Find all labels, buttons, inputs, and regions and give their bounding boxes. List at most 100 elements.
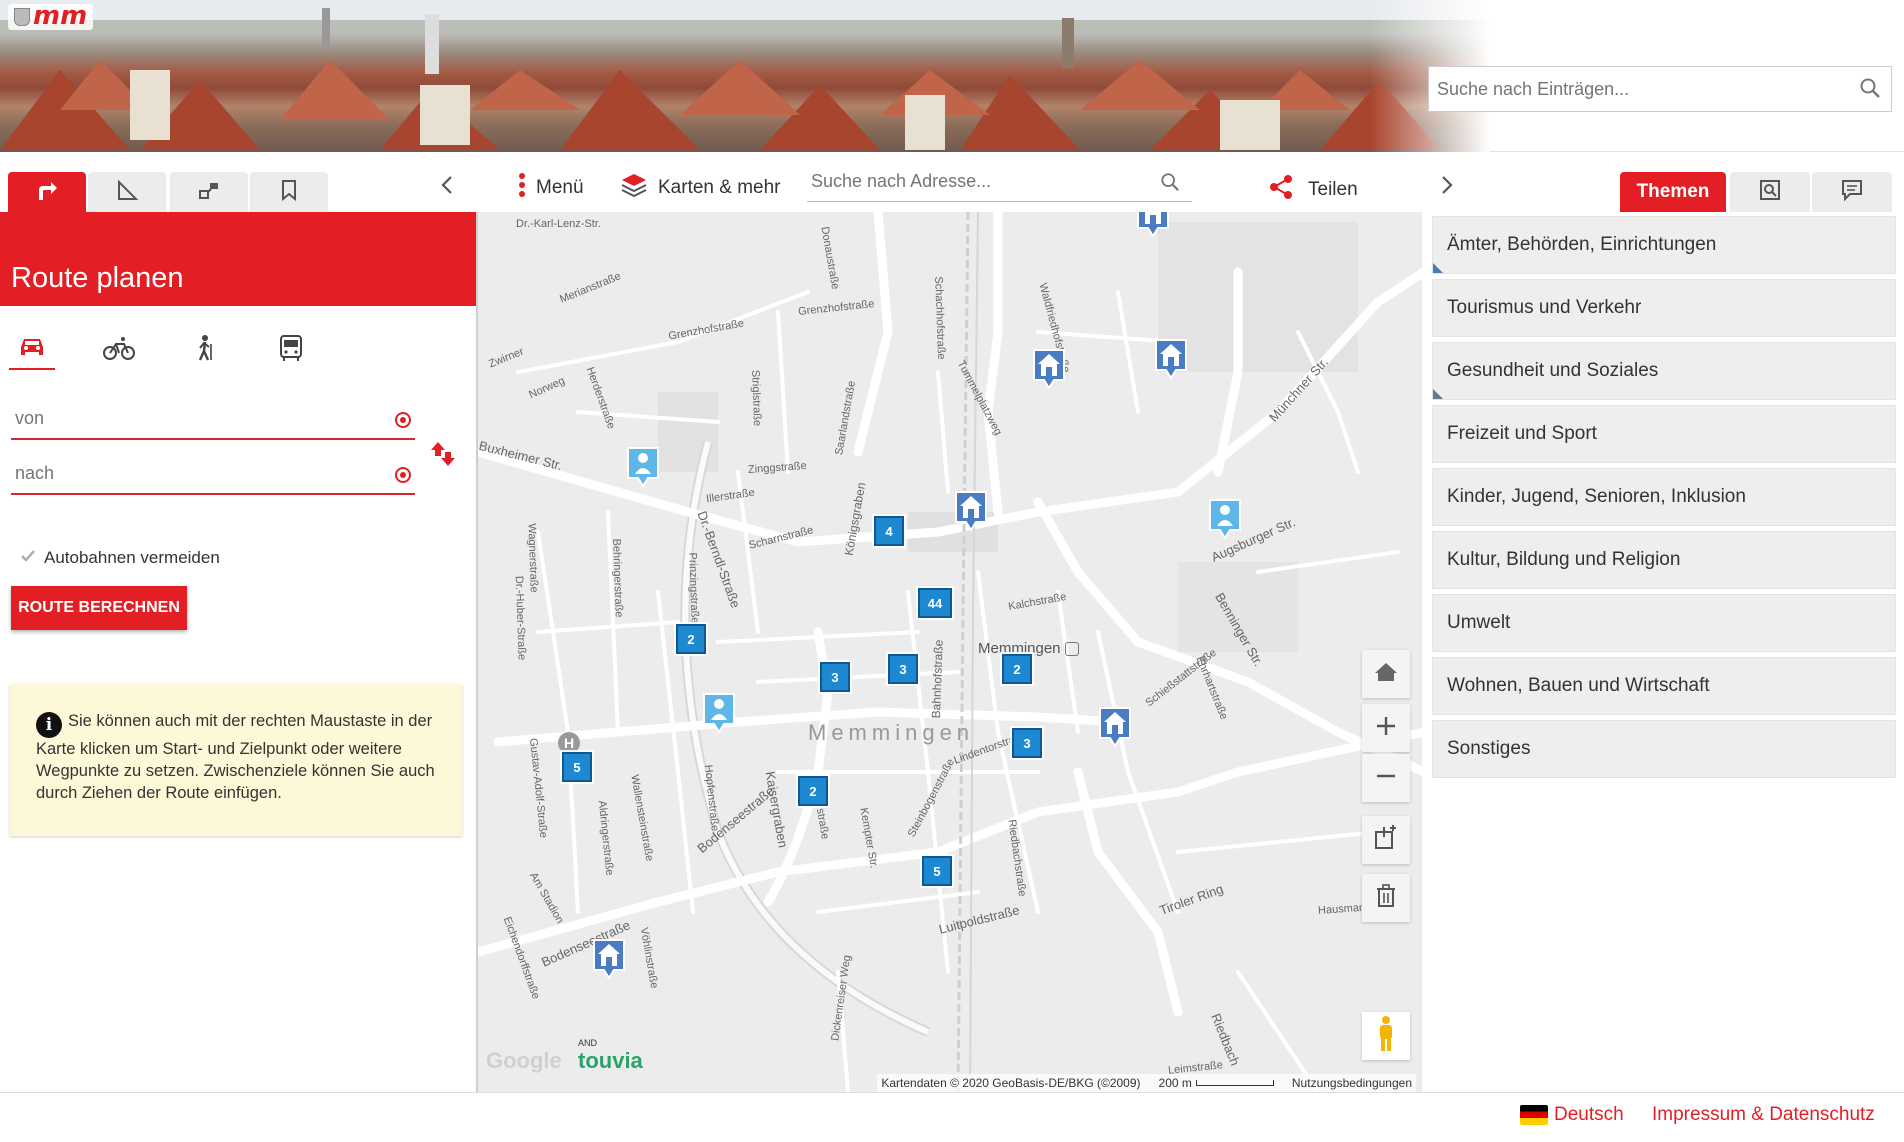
- from-field: [11, 400, 415, 440]
- route-info-box: i Sie können auch mit der rechten Maustas…: [10, 684, 462, 836]
- expand-flag-icon: [1433, 263, 1443, 273]
- language-selector[interactable]: Deutsch: [1520, 1104, 1624, 1126]
- building-marker-icon[interactable]: [592, 938, 626, 980]
- locate-target-icon[interactable]: [395, 467, 411, 483]
- to-input[interactable]: [11, 455, 371, 491]
- tab-bookmarks[interactable]: [250, 172, 328, 212]
- marker-cluster[interactable]: 2: [1002, 654, 1032, 684]
- tab-search-results[interactable]: [1730, 172, 1810, 212]
- touvia-prefix: AND: [578, 1038, 598, 1048]
- train-station-icon: [1064, 641, 1079, 656]
- marker-cluster[interactable]: 5: [922, 856, 952, 886]
- theme-item[interactable]: Gesundheit und Soziales: [1432, 342, 1896, 400]
- terms-link[interactable]: Nutzungsbedingungen: [1292, 1076, 1412, 1090]
- expand-flag-icon: [1433, 389, 1443, 399]
- search-icon[interactable]: [1859, 77, 1881, 104]
- locate-target-icon[interactable]: [395, 412, 411, 428]
- bike-icon: [103, 335, 135, 366]
- zoom-in-button[interactable]: [1362, 704, 1410, 752]
- marker-cluster[interactable]: 3: [1012, 728, 1042, 758]
- search-icon[interactable]: [1160, 172, 1180, 197]
- building-marker-icon[interactable]: [1098, 706, 1132, 748]
- swap-direction-button[interactable]: [430, 440, 456, 473]
- street-label: Dr.-Karl-Lenz-Str.: [516, 218, 601, 230]
- scale-line: [1195, 1080, 1274, 1086]
- street-label: Bahnhofstraße: [928, 639, 946, 719]
- theme-item[interactable]: Sonstiges: [1432, 720, 1896, 778]
- touvia-logo[interactable]: touvia: [578, 1048, 643, 1074]
- home-icon: [1374, 661, 1398, 688]
- theme-item[interactable]: Tourismus und Verkehr: [1432, 279, 1896, 337]
- street-label: Wagnerstraße: [525, 523, 540, 593]
- city-label: Memmingen: [808, 720, 975, 745]
- tab-themen[interactable]: Themen: [1620, 172, 1726, 212]
- search-document-icon: [1758, 178, 1782, 207]
- info-icon: i: [36, 712, 62, 738]
- menu-button[interactable]: Menü: [518, 168, 584, 208]
- marker-cluster[interactable]: 3: [820, 662, 850, 692]
- theme-item[interactable]: Ämter, Behörden, Einrichtungen: [1432, 216, 1896, 274]
- zoom-out-button[interactable]: [1362, 754, 1410, 802]
- hospital-icon[interactable]: H: [558, 732, 580, 754]
- zoom-box-button[interactable]: [1362, 816, 1410, 864]
- from-input[interactable]: [11, 400, 371, 436]
- calculate-route-button[interactable]: ROUTE BERECHNEN: [11, 586, 187, 630]
- theme-item[interactable]: Freizeit und Sport: [1432, 405, 1896, 463]
- theme-item[interactable]: Kultur, Bildung und Religion: [1432, 531, 1896, 589]
- share-button[interactable]: Teilen: [1268, 170, 1358, 210]
- clear-map-button[interactable]: [1362, 874, 1410, 922]
- mode-bike-button[interactable]: [96, 330, 142, 370]
- marker-cluster[interactable]: 2: [676, 624, 706, 654]
- theme-item[interactable]: Wohnen, Bauen und Wirtschaft: [1432, 657, 1896, 715]
- address-search-input[interactable]: [807, 162, 1147, 200]
- route-panel-title: Route planen: [11, 262, 184, 294]
- toolbar-next-button[interactable]: [1440, 168, 1454, 208]
- zoom-box-icon: [1373, 824, 1399, 856]
- entry-search-input[interactable]: [1429, 67, 1829, 111]
- building-marker-icon[interactable]: [954, 490, 988, 532]
- google-logo: Google: [486, 1048, 562, 1073]
- person-marker-icon[interactable]: [702, 692, 736, 734]
- german-flag-icon: [1520, 1105, 1548, 1125]
- person-marker-icon[interactable]: [1208, 498, 1242, 540]
- plus-icon: [1375, 715, 1397, 742]
- layers-icon: [197, 179, 221, 206]
- building-marker-icon[interactable]: [1136, 212, 1170, 238]
- trash-icon: [1375, 883, 1397, 913]
- route-icon: [35, 178, 59, 207]
- impressum-link[interactable]: Impressum & Datenschutz: [1652, 1104, 1875, 1126]
- marker-cluster[interactable]: 3: [888, 654, 918, 684]
- maps-and-more-button[interactable]: Karten & mehr: [620, 168, 781, 208]
- marker-cluster[interactable]: 2: [798, 776, 828, 806]
- checkmark-icon: [20, 548, 36, 568]
- tab-measure[interactable]: [88, 172, 166, 212]
- street-view-button[interactable]: [1362, 1012, 1410, 1060]
- theme-item[interactable]: Umwelt: [1432, 594, 1896, 652]
- tab-layers[interactable]: [170, 172, 248, 212]
- street-label: Prinzingstraße: [686, 552, 701, 624]
- marker-cluster[interactable]: 5: [562, 752, 592, 782]
- home-button[interactable]: [1362, 650, 1410, 698]
- toolbar-prev-button[interactable]: [440, 168, 454, 208]
- person-marker-icon[interactable]: [626, 446, 660, 488]
- scale-bar: 200 m: [1159, 1076, 1274, 1090]
- building-marker-icon[interactable]: [1032, 348, 1066, 390]
- chevron-right-icon: [1440, 174, 1454, 202]
- avoid-highways-checkbox[interactable]: Autobahnen vermeiden: [20, 548, 220, 568]
- theme-item[interactable]: Kinder, Jugend, Senioren, Inklusion: [1432, 468, 1896, 526]
- menu-dots-icon: [518, 172, 526, 204]
- city-logo[interactable]: mm: [8, 3, 94, 30]
- mode-bus-button[interactable]: [268, 330, 314, 370]
- route-panel: [0, 212, 476, 1092]
- marker-cluster[interactable]: 44: [918, 588, 952, 618]
- map-view[interactable]: Dr.-Karl-Lenz-Str. Donaustraße Grenzhofs…: [476, 212, 1422, 1092]
- tab-messages[interactable]: [1812, 172, 1892, 212]
- tab-route[interactable]: [8, 172, 86, 212]
- to-field: [11, 455, 415, 495]
- mode-walk-button[interactable]: [182, 330, 228, 370]
- building-marker-icon[interactable]: [1154, 338, 1188, 380]
- layers-stack-icon: [620, 172, 648, 204]
- mode-car-button[interactable]: [9, 330, 55, 370]
- marker-cluster[interactable]: 4: [874, 516, 904, 546]
- street-label: Striglstraße: [749, 369, 764, 427]
